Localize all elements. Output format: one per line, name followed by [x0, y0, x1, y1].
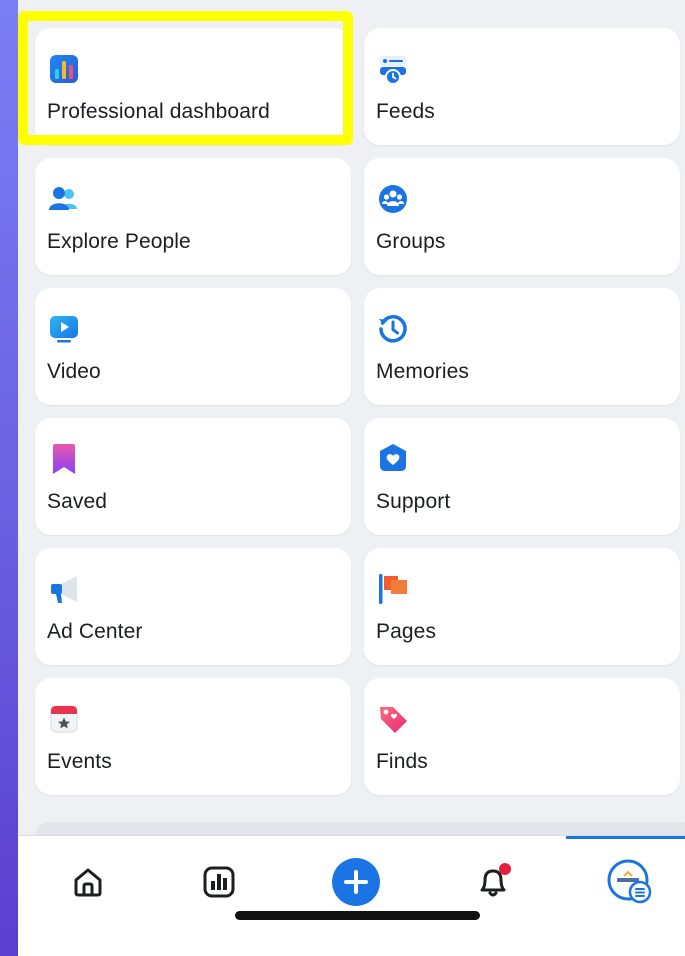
home-icon — [74, 868, 102, 897]
pages-icon — [379, 574, 407, 604]
menu-tile-label: Professional dashboard — [47, 100, 270, 123]
menu-tile-finds[interactable]: Finds — [364, 678, 680, 795]
tab-dashboard[interactable] — [189, 854, 249, 910]
create-plus-icon — [332, 858, 380, 906]
menu-tile-pages[interactable]: Pages — [364, 548, 680, 665]
menu-tile-ad-center[interactable]: Ad Center — [35, 548, 351, 665]
menu-tile-video[interactable]: Video — [35, 288, 351, 405]
menu-tile-label: Explore People — [47, 230, 191, 253]
menu-tile-professional-dashboard[interactable]: Professional dashboard — [35, 28, 351, 145]
menu-tile-groups[interactable]: Groups — [364, 158, 680, 275]
menu-tile-memories[interactable]: Memories — [364, 288, 680, 405]
notifications-bell-icon — [480, 863, 511, 897]
tab-notifications[interactable] — [464, 854, 524, 910]
menu-tile-label: Events — [47, 750, 112, 773]
tab-profile-menu[interactable] — [600, 854, 660, 910]
menu-tile-label: Video — [47, 360, 101, 383]
menu-tile-label: Ad Center — [47, 620, 143, 643]
professional-dashboard-icon — [50, 55, 78, 83]
groups-icon — [379, 185, 407, 213]
bottom-tab-bar — [18, 835, 685, 956]
saved-icon — [53, 444, 75, 474]
support-icon — [380, 444, 406, 471]
video-icon — [50, 316, 78, 343]
feeds-icon — [380, 56, 406, 85]
dashboard-icon — [203, 866, 235, 898]
menu-tile-label: Memories — [376, 360, 469, 383]
finds-icon — [380, 707, 407, 733]
events-icon — [50, 705, 78, 733]
menu-tile-label: Feeds — [376, 100, 435, 123]
menu-tile-saved[interactable]: Saved — [35, 418, 351, 535]
menu-tile-feeds[interactable]: Feeds — [364, 28, 680, 145]
menu-tile-label: Support — [376, 490, 451, 513]
menu-tile-label: Finds — [376, 750, 428, 773]
explore-people-icon — [49, 187, 77, 210]
memories-icon — [379, 315, 407, 343]
menu-tile-support[interactable]: Support — [364, 418, 680, 535]
profile-menu-icon — [607, 859, 652, 904]
menu-tile-events[interactable]: Events — [35, 678, 351, 795]
home-indicator — [235, 911, 480, 920]
ad-center-icon — [51, 576, 77, 603]
menu-tile-label: Saved — [47, 490, 108, 513]
menu-tile-label: Groups — [376, 230, 446, 253]
tab-home[interactable] — [58, 854, 118, 910]
menu-screen: Professional dashboard Feeds Explore Peo… — [18, 0, 685, 956]
notification-badge — [499, 863, 511, 875]
tab-create[interactable] — [326, 854, 386, 910]
menu-tile-explore-people[interactable]: Explore People — [35, 158, 351, 275]
menu-tile-label: Pages — [376, 620, 437, 643]
active-tab-indicator — [566, 836, 685, 839]
menu-grid: Professional dashboard Feeds Explore Peo… — [35, 28, 685, 795]
